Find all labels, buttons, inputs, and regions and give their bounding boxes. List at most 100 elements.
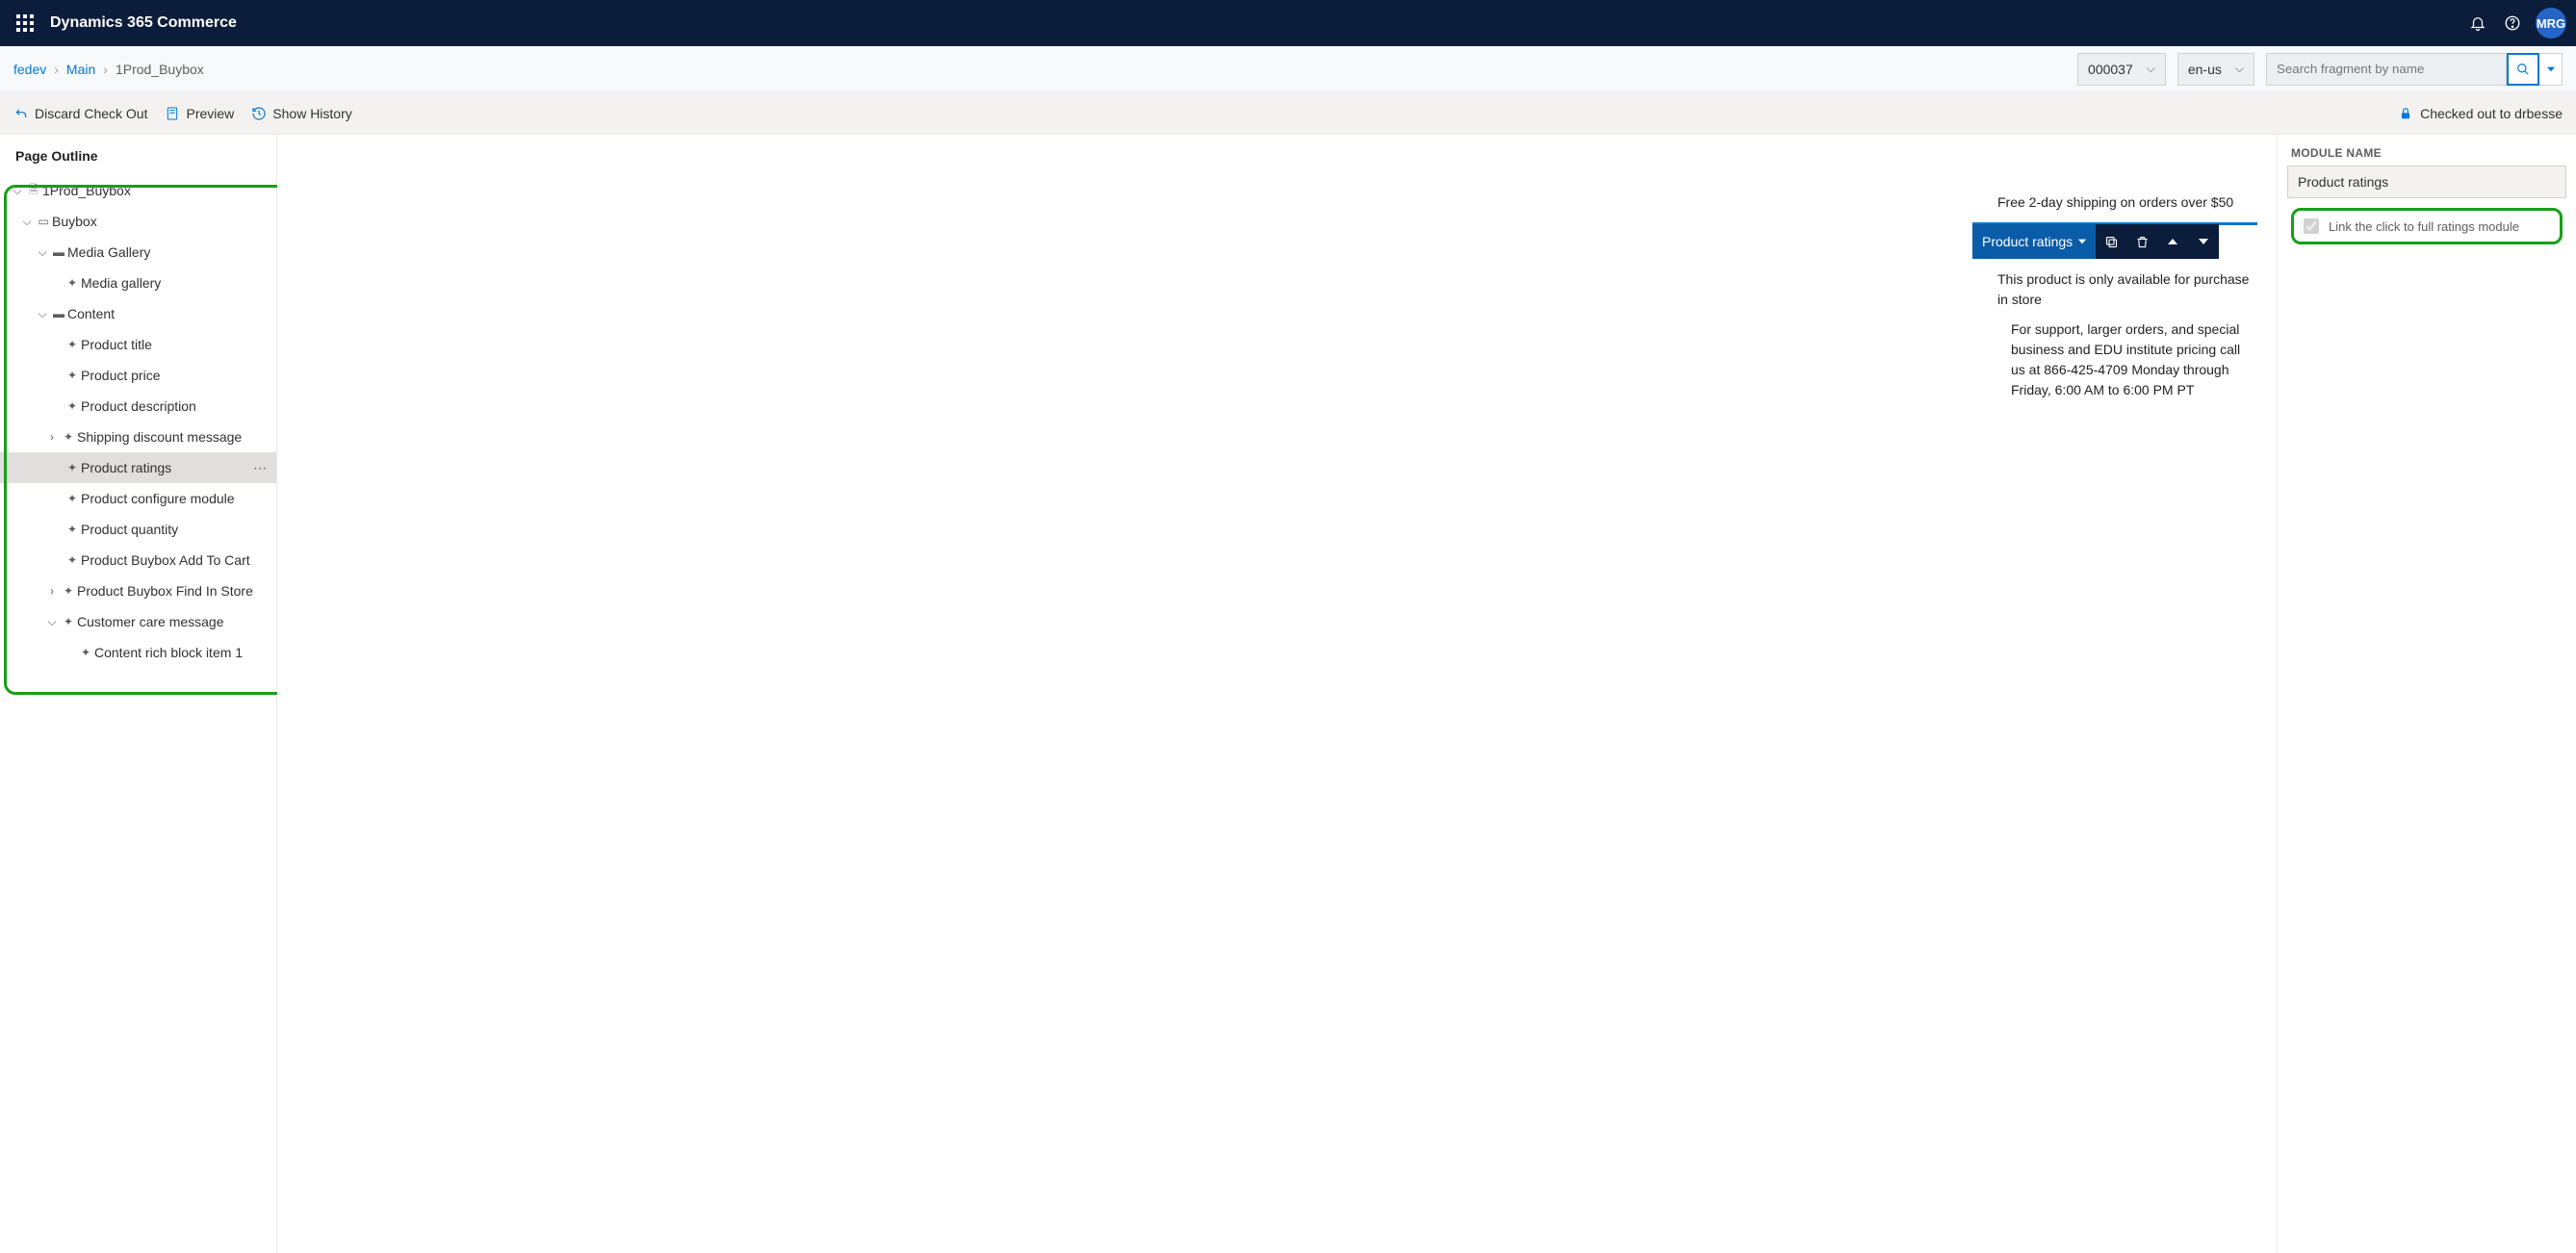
tree-rich-block[interactable]: ✦ Content rich block item 1 <box>0 637 276 668</box>
module-icon: ✦ <box>64 276 81 290</box>
module-icon: ✦ <box>64 338 81 351</box>
tree-label: Product quantity <box>81 522 178 537</box>
discard-label: Discard Check Out <box>35 106 147 121</box>
delete-icon[interactable] <box>2126 224 2157 259</box>
chevron-down-icon: ⌵ <box>19 215 35 229</box>
tree-label: Media Gallery <box>67 244 150 260</box>
site-selector[interactable]: 000037 ⌵ <box>2077 53 2166 86</box>
breadcrumb-section[interactable]: Main <box>66 62 95 77</box>
store-only-message: This product is only available for purch… <box>1997 269 2257 310</box>
module-icon: ✦ <box>77 646 94 659</box>
tree-label: Product description <box>81 398 196 414</box>
search-input[interactable] <box>2266 53 2507 86</box>
chevron-down-icon: ⌵ <box>35 307 50 321</box>
history-label: Show History <box>272 106 351 121</box>
tree-customer-care[interactable]: ⌵ ✦ Customer care message <box>0 606 276 637</box>
locale-selector[interactable]: en-us ⌵ <box>2177 53 2254 86</box>
tree-find-in-store[interactable]: › ✦ Product Buybox Find In Store <box>0 575 276 606</box>
module-icon: ✦ <box>64 553 81 567</box>
tree-root[interactable]: ⌵ 🗎 1Prod_Buybox <box>0 175 276 206</box>
waffle-icon[interactable] <box>10 8 40 38</box>
canvas-panel: Free 2-day shipping on orders over $50 P… <box>277 135 2278 1253</box>
breadcrumb-page: 1Prod_Buybox <box>116 62 204 77</box>
app-title: Dynamics 365 Commerce <box>50 14 237 32</box>
help-icon[interactable] <box>2495 6 2530 40</box>
module-icon: ✦ <box>64 399 81 413</box>
tree-label: Content <box>67 306 115 321</box>
search-button[interactable] <box>2507 53 2539 86</box>
copy-icon[interactable] <box>2096 224 2126 259</box>
preview-button[interactable]: Preview <box>165 106 234 121</box>
chevron-right-icon: › <box>54 62 59 77</box>
tree-label: Product price <box>81 368 160 383</box>
tree-shipping-discount[interactable]: › ✦ Shipping discount message <box>0 422 276 452</box>
page-outline-title: Page Outline <box>0 135 276 171</box>
shipping-message: Free 2-day shipping on orders over $50 <box>1997 192 2257 213</box>
tree-label: Product title <box>81 337 152 352</box>
tree-product-price[interactable]: ✦ Product price <box>0 360 276 391</box>
container-icon: ▭ <box>35 215 52 228</box>
lock-status-text: Checked out to drbesse <box>2420 106 2563 121</box>
module-icon: ✦ <box>60 430 77 444</box>
avatar[interactable]: MRG <box>2536 8 2566 38</box>
module-icon: ✦ <box>64 461 81 474</box>
tree-media-gallery-module[interactable]: ✦ Media gallery <box>0 268 276 298</box>
module-name-field[interactable]: Product ratings <box>2287 166 2566 198</box>
link-click-label: Link the click to full ratings module <box>2329 219 2519 234</box>
move-down-icon[interactable] <box>2188 224 2219 259</box>
properties-panel: MODULE NAME Product ratings Link the cli… <box>2278 135 2576 1253</box>
module-label: Product ratings <box>1982 234 2073 249</box>
slot-icon: ▬ <box>50 245 67 259</box>
locale-value: en-us <box>2188 62 2222 77</box>
tree-label: Product Buybox Find In Store <box>77 583 253 599</box>
tree-media-gallery-slot[interactable]: ⌵ ▬ Media Gallery <box>0 237 276 268</box>
tree-label: Product Buybox Add To Cart <box>81 552 250 568</box>
sub-bar: fedev › Main › 1Prod_Buybox 000037 ⌵ en-… <box>0 46 2576 92</box>
chevron-down-icon: ⌵ <box>10 184 25 198</box>
support-message: For support, larger orders, and special … <box>2011 320 2257 400</box>
top-bar: Dynamics 365 Commerce MRG <box>0 0 2576 46</box>
link-click-property[interactable]: Link the click to full ratings module <box>2291 208 2563 244</box>
tree-product-quantity[interactable]: ✦ Product quantity <box>0 514 276 545</box>
module-icon: ✦ <box>64 492 81 505</box>
tree-buybox[interactable]: ⌵ ▭ Buybox <box>0 206 276 237</box>
tree-product-configure[interactable]: ✦ Product configure module <box>0 483 276 514</box>
main-area: Page Outline ⌵ 🗎 1Prod_Buybox ⌵ ▭ Buybox… <box>0 135 2576 1253</box>
page-outline-panel: Page Outline ⌵ 🗎 1Prod_Buybox ⌵ ▭ Buybox… <box>0 135 277 1253</box>
show-history-button[interactable]: Show History <box>251 106 351 121</box>
tree-label: Product configure module <box>81 491 235 506</box>
notification-icon[interactable] <box>2460 6 2495 40</box>
tree-add-to-cart[interactable]: ✦ Product Buybox Add To Cart <box>0 545 276 575</box>
tree-product-description[interactable]: ✦ Product description <box>0 391 276 422</box>
chevron-down-icon: ⌵ <box>2235 62 2244 76</box>
search-dropdown[interactable] <box>2539 53 2563 86</box>
discard-checkout-button[interactable]: Discard Check Out <box>13 106 147 121</box>
module-icon: ✦ <box>64 369 81 382</box>
site-id-value: 000037 <box>2088 62 2133 77</box>
tree-label: Media gallery <box>81 275 161 291</box>
chevron-right-icon: › <box>44 430 60 444</box>
tree-label: Buybox <box>52 214 97 229</box>
tree-content-slot[interactable]: ⌵ ▬ Content <box>0 298 276 329</box>
tree-product-title[interactable]: ✦ Product title <box>0 329 276 360</box>
module-name-button[interactable]: Product ratings <box>1972 224 2096 259</box>
module-name-label: MODULE NAME <box>2278 135 2576 166</box>
tree-label: Content rich block item 1 <box>94 645 243 660</box>
module-icon: ✦ <box>60 615 77 628</box>
breadcrumb-root[interactable]: fedev <box>13 62 46 77</box>
move-up-icon[interactable] <box>2157 224 2188 259</box>
tree-label: Customer care message <box>77 614 224 629</box>
tree-label: Shipping discount message <box>77 429 242 445</box>
chevron-down-icon: ⌵ <box>2147 62 2155 76</box>
module-icon: ✦ <box>60 584 77 598</box>
tree-label: 1Prod_Buybox <box>42 183 131 198</box>
breadcrumb: fedev › Main › 1Prod_Buybox <box>13 62 204 77</box>
tree-product-ratings[interactable]: ✦ Product ratings ⋯ <box>0 452 276 483</box>
chevron-right-icon: › <box>103 62 108 77</box>
chevron-right-icon: › <box>44 584 60 598</box>
preview-label: Preview <box>186 106 234 121</box>
link-click-checkbox[interactable] <box>2304 218 2319 234</box>
module-selection[interactable]: Product ratings <box>1972 222 2257 260</box>
more-icon[interactable]: ⋯ <box>253 460 267 476</box>
module-icon: ✦ <box>64 523 81 536</box>
